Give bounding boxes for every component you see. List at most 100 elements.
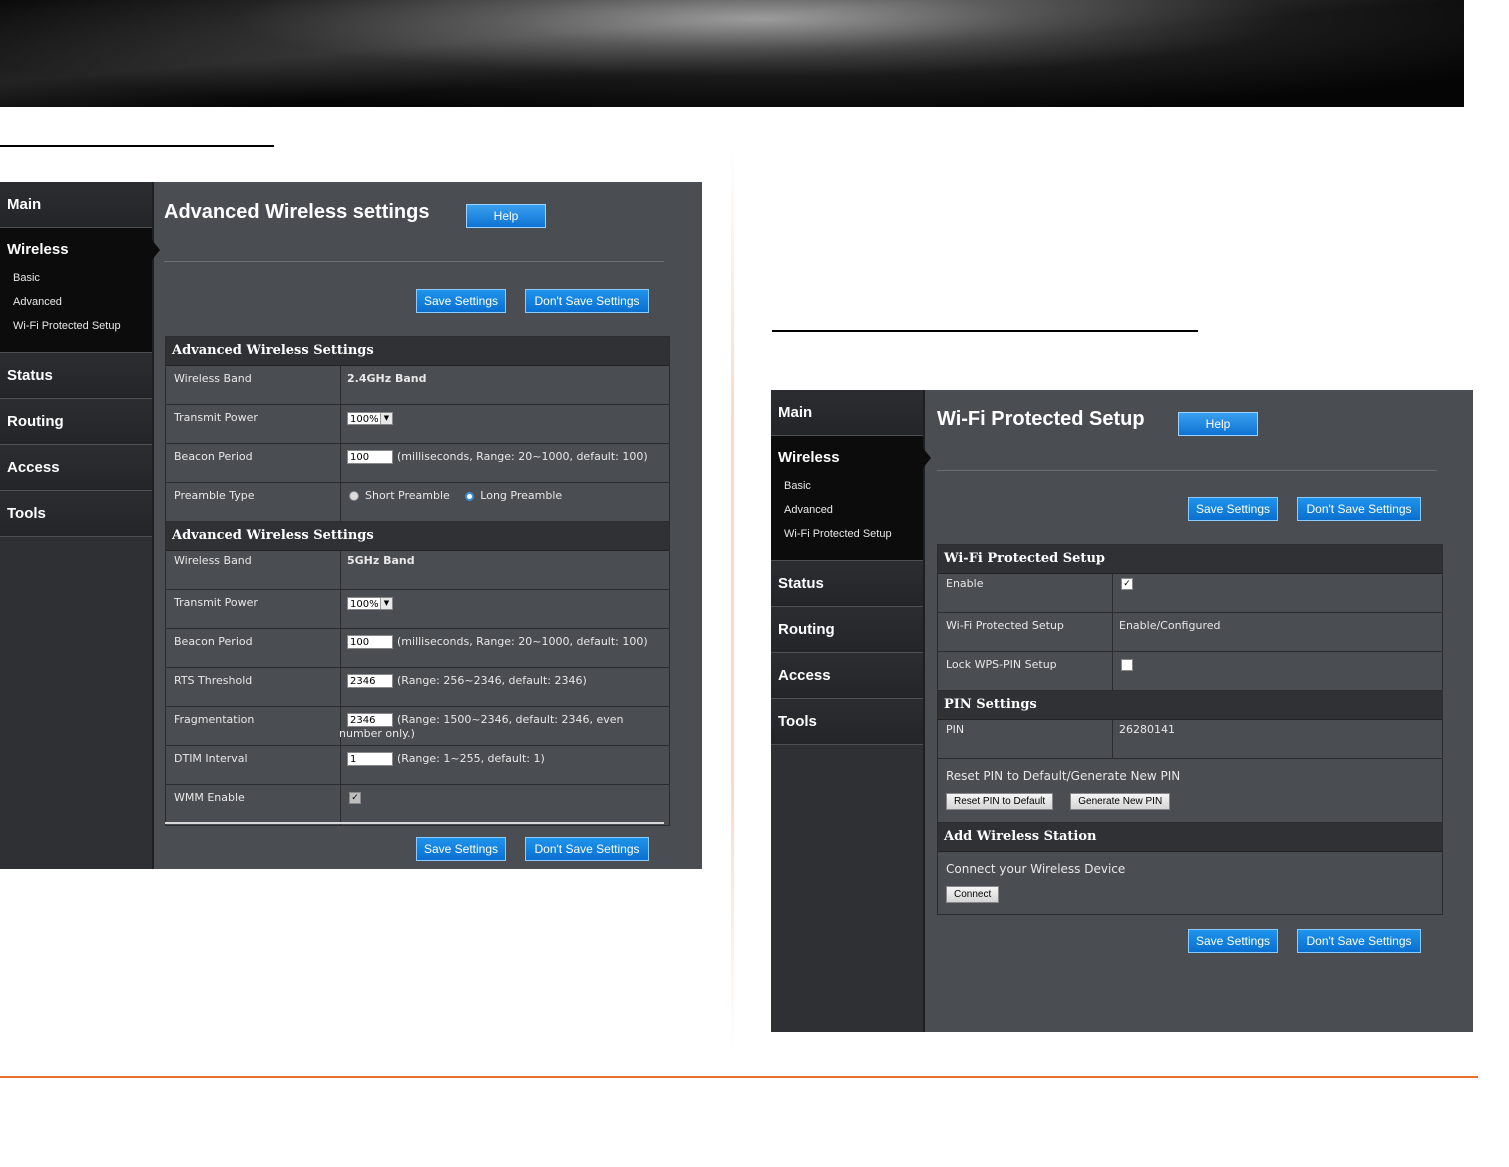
label-dtim-interval: DTIM Interval	[166, 746, 341, 784]
label-fragmentation: Fragmentation	[166, 707, 341, 745]
row-lock-wps-pin: Lock WPS-PIN Setup	[938, 652, 1442, 691]
row-wps-status: Wi-Fi Protected Setup Enable/Configured	[938, 613, 1442, 652]
nav-status[interactable]: Status	[0, 353, 152, 399]
row-preamble-type: Preamble Type Short Preamble Long Preamb…	[166, 483, 669, 522]
connect-button[interactable]: Connect	[946, 886, 1000, 903]
chevron-down-icon: ▼	[380, 412, 392, 424]
lock-wps-pin-checkbox[interactable]	[1121, 659, 1133, 671]
row-fragmentation: Fragmentation 2346 (Range: 1500~2346, def…	[166, 707, 669, 746]
connect-block: Connect your Wireless Device Connect	[938, 852, 1442, 914]
value-wps-status: Enable/Configured	[1119, 619, 1221, 632]
subnav-basic-2[interactable]: Basic	[778, 474, 923, 498]
row-transmit-power-5g: Transmit Power 100% ▼	[166, 590, 669, 629]
long-preamble-label: Long Preamble	[480, 489, 563, 502]
subnav-advanced[interactable]: Advanced	[7, 290, 152, 314]
section-header-wps: Wi-Fi Protected Setup	[938, 545, 1442, 574]
save-settings-button-top-2[interactable]: Save Settings	[1188, 497, 1278, 521]
transmit-power-select[interactable]: 100% ▼	[347, 411, 393, 425]
subnav-advanced-2[interactable]: Advanced	[778, 498, 923, 522]
short-preamble-radio[interactable]	[349, 491, 359, 501]
heading-underline-left	[0, 145, 274, 147]
nav-tools[interactable]: Tools	[0, 491, 152, 537]
long-preamble-radio[interactable]	[465, 491, 475, 501]
fragmentation-hint-1: (Range: 1500~2346, default: 2346, even	[397, 713, 624, 726]
generate-new-pin-button[interactable]: Generate New PIN	[1070, 793, 1171, 810]
nav-access[interactable]: Access	[0, 445, 152, 491]
reset-pin-block: Reset PIN to Default/Generate New PIN Re…	[938, 759, 1442, 823]
section-header-24ghz: Advanced Wireless Settings	[166, 337, 669, 366]
nav-main[interactable]: Main	[0, 182, 152, 228]
row-beacon-period-5g: Beacon Period 100 (milliseconds, Range: 2…	[166, 629, 669, 668]
label-transmit-power: Transmit Power	[166, 405, 341, 443]
section-header-station: Add Wireless Station	[938, 823, 1442, 852]
beacon-period-input[interactable]: 100	[347, 450, 393, 464]
chevron-down-icon: ▼	[380, 597, 392, 609]
footer-rule	[0, 1076, 1478, 1078]
row-wps-enable: Enable ✓	[938, 574, 1442, 613]
rts-threshold-input[interactable]: 2346	[347, 674, 393, 688]
fragmentation-hint-2: number only.)	[339, 727, 415, 740]
heading-underline-right	[772, 330, 1198, 332]
nav-wireless-label-2: Wireless	[778, 449, 840, 466]
label-wps-status: Wi-Fi Protected Setup	[938, 613, 1113, 651]
beacon-period-input-5g[interactable]: 100	[347, 635, 393, 649]
sidebar-nav-2: Main Wireless Basic Advanced Wi-Fi Prote…	[771, 390, 931, 1032]
nav-status-2[interactable]: Status	[771, 561, 923, 607]
beacon-period-hint: (milliseconds, Range: 20~1000, default: …	[397, 450, 648, 463]
dtim-interval-hint: (Range: 1~255, default: 1)	[397, 752, 545, 765]
column-divider	[731, 150, 734, 1050]
label-lock-wps-pin: Lock WPS-PIN Setup	[938, 652, 1113, 690]
page-title: Advanced Wireless settings	[164, 201, 430, 223]
short-preamble-label: Short Preamble	[365, 489, 450, 502]
row-transmit-power: Transmit Power 100% ▼	[166, 405, 669, 444]
label-wmm-enable: WMM Enable	[166, 785, 341, 825]
label-transmit-power-5g: Transmit Power	[166, 590, 341, 628]
subnav-basic[interactable]: Basic	[7, 266, 152, 290]
dont-save-settings-button-bottom-2[interactable]: Don't Save Settings	[1297, 929, 1421, 953]
dont-save-settings-button-top-2[interactable]: Don't Save Settings	[1297, 497, 1421, 521]
help-button-2[interactable]: Help	[1178, 412, 1258, 436]
save-settings-button-bottom-2[interactable]: Save Settings	[1188, 929, 1278, 953]
main-content: Advanced Wireless settings Help Save Set…	[152, 182, 702, 869]
wps-enable-checkbox[interactable]: ✓	[1121, 578, 1133, 590]
nav-tools-2[interactable]: Tools	[771, 699, 923, 745]
nav-wireless-2[interactable]: Wireless Basic Advanced Wi-Fi Protected …	[771, 436, 931, 561]
save-settings-button-bottom[interactable]: Save Settings	[416, 837, 506, 861]
fragmentation-input[interactable]: 2346	[347, 713, 393, 727]
beacon-period-hint-5g: (milliseconds, Range: 20~1000, default: …	[397, 635, 648, 648]
label-pin: PIN	[938, 720, 1113, 758]
sidebar-nav: Main Wireless Basic Advanced Wi-Fi Prote…	[0, 182, 160, 869]
title-divider-2	[937, 470, 1437, 471]
subnav-wps[interactable]: Wi-Fi Protected Setup	[7, 314, 152, 338]
nav-wireless[interactable]: Wireless Basic Advanced Wi-Fi Protected …	[0, 228, 160, 353]
nav-routing[interactable]: Routing	[0, 399, 152, 445]
label-wps-enable: Enable	[938, 574, 1113, 612]
row-rts-threshold: RTS Threshold 2346 (Range: 256~2346, defa…	[166, 668, 669, 707]
save-settings-button-top[interactable]: Save Settings	[416, 289, 506, 313]
connect-device-text: Connect your Wireless Device	[946, 862, 1126, 876]
dont-save-settings-button-bottom[interactable]: Don't Save Settings	[525, 837, 649, 861]
reset-pin-default-button[interactable]: Reset PIN to Default	[946, 793, 1054, 810]
row-dtim-interval: DTIM Interval 1 (Range: 1~255, default: 1…	[166, 746, 669, 785]
value-wireless-band-5g: 5GHz Band	[347, 554, 415, 567]
label-beacon-period-5g: Beacon Period	[166, 629, 341, 667]
label-beacon-period: Beacon Period	[166, 444, 341, 482]
value-pin: 26280141	[1119, 723, 1175, 736]
wps-table: Wi-Fi Protected Setup Enable ✓ Wi-Fi Pro…	[937, 544, 1443, 915]
dont-save-settings-button-top[interactable]: Don't Save Settings	[525, 289, 649, 313]
help-button[interactable]: Help	[466, 204, 546, 228]
nav-wireless-label: Wireless	[7, 241, 69, 258]
nav-main-2[interactable]: Main	[771, 390, 923, 436]
dtim-interval-input[interactable]: 1	[347, 752, 393, 766]
section-header-pin: PIN Settings	[938, 691, 1442, 720]
reset-pin-text: Reset PIN to Default/Generate New PIN	[946, 769, 1181, 783]
nav-access-2[interactable]: Access	[771, 653, 923, 699]
subnav-wps-2[interactable]: Wi-Fi Protected Setup	[778, 522, 923, 546]
nav-routing-2[interactable]: Routing	[771, 607, 923, 653]
rts-threshold-hint: (Range: 256~2346, default: 2346)	[397, 674, 587, 687]
transmit-power-select-5g[interactable]: 100% ▼	[347, 596, 393, 610]
title-divider	[164, 261, 664, 262]
main-content-2: Wi-Fi Protected Setup Help Save Settings…	[923, 390, 1473, 1032]
wmm-enable-checkbox[interactable]: ✓	[349, 792, 361, 804]
label-preamble-type: Preamble Type	[166, 483, 341, 521]
